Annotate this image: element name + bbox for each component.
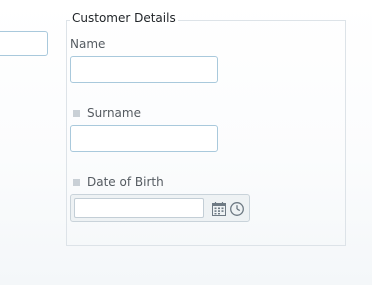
name-label: Name — [70, 37, 106, 51]
date-of-birth-label: Date of Birth — [87, 175, 164, 189]
calendar-icon[interactable] — [211, 201, 227, 217]
previous-field-input[interactable] — [0, 31, 48, 56]
surname-input[interactable] — [70, 125, 218, 152]
surname-marker-icon — [73, 110, 80, 117]
date-of-birth-input[interactable] — [74, 198, 204, 218]
date-of-birth-picker — [70, 194, 250, 222]
clock-icon[interactable] — [229, 201, 245, 217]
surname-label: Surname — [87, 106, 141, 120]
fieldset-legend: Customer Details — [70, 10, 178, 26]
date-of-birth-marker-icon — [73, 179, 80, 186]
name-input[interactable] — [70, 56, 218, 83]
